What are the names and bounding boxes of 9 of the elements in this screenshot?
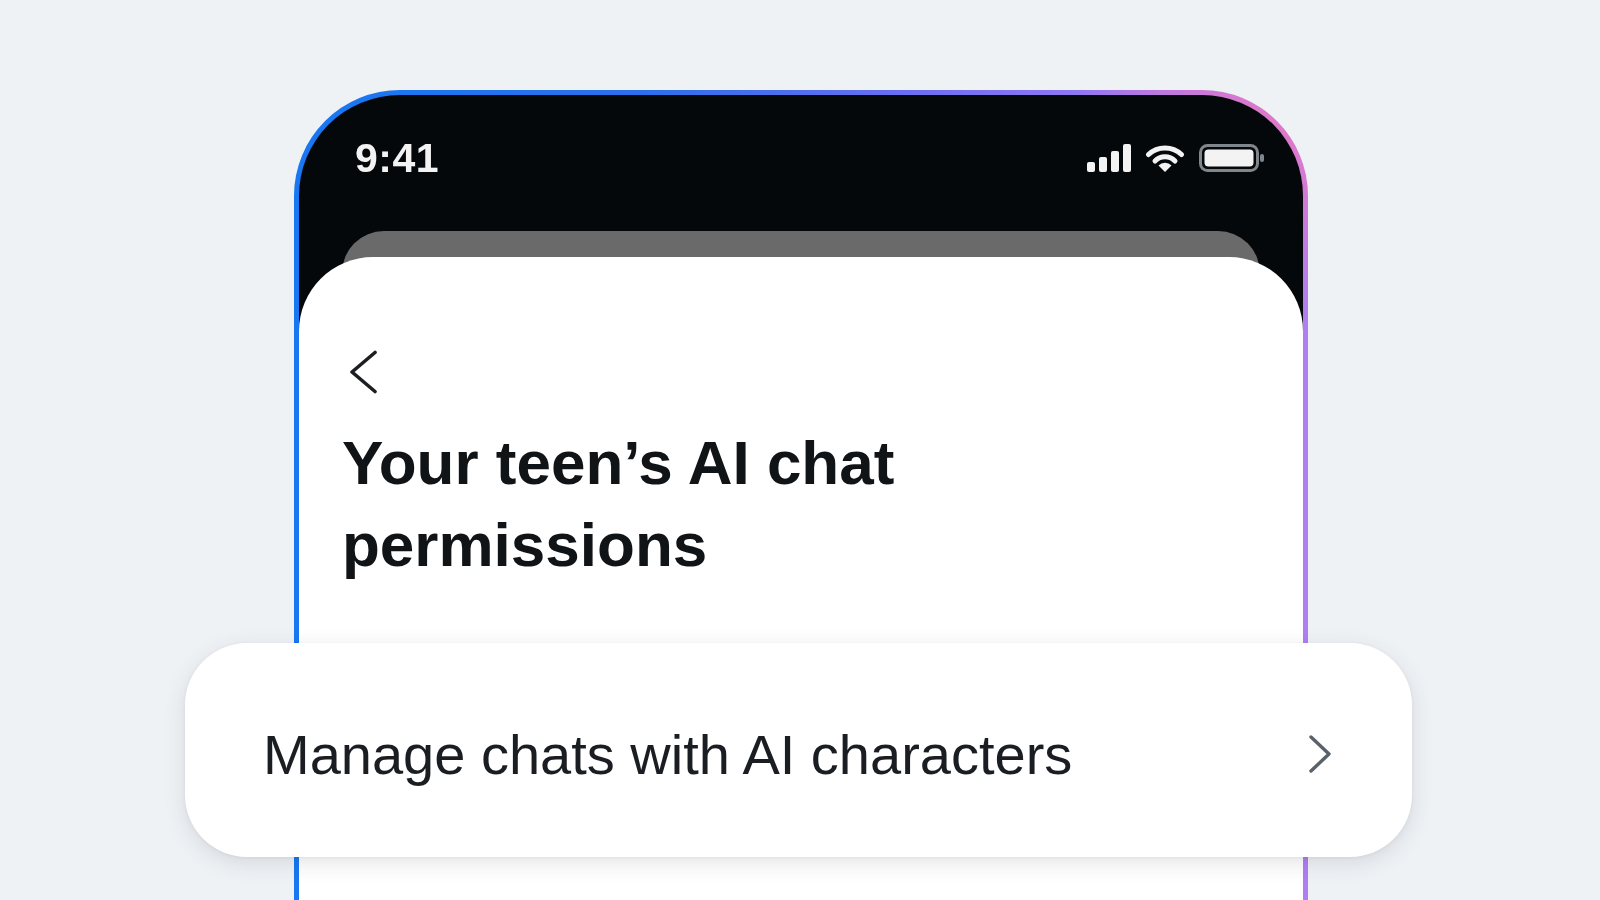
wifi-icon xyxy=(1145,144,1185,172)
chevron-left-icon xyxy=(347,350,379,394)
battery-icon xyxy=(1199,144,1265,172)
status-time: 9:41 xyxy=(355,134,440,182)
back-button[interactable] xyxy=(347,350,379,394)
chevron-right-icon xyxy=(1308,734,1332,774)
signal-icon xyxy=(1087,144,1131,172)
page-title: Your teen’s AI chat permissions xyxy=(342,427,896,581)
menu-item[interactable]: Manage chats with AI characters xyxy=(185,643,1412,857)
